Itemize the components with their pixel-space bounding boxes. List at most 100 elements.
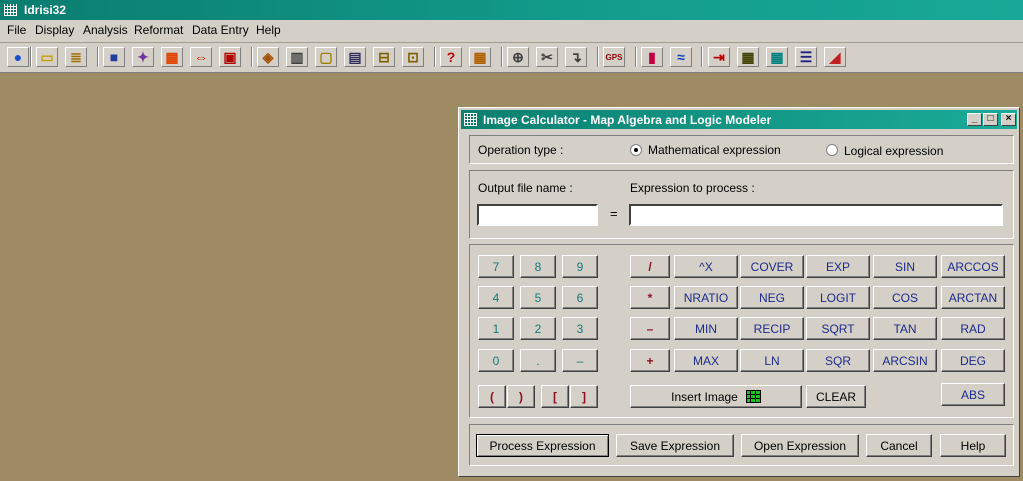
key-abs[interactable]: ABS (941, 383, 1005, 406)
key-sqr[interactable]: SQR (806, 349, 870, 372)
list-button[interactable]: ≣ (65, 47, 87, 67)
eraser-button[interactable]: ◢ (824, 47, 846, 67)
menu-data-entry[interactable]: Data Entry (192, 23, 249, 37)
key-subtract[interactable]: – (630, 317, 670, 340)
key-min-label: MIN (695, 321, 717, 336)
key-arcsin[interactable]: ARCSIN (873, 349, 937, 372)
cancel-button[interactable]: Cancel (866, 434, 932, 457)
radio-logical-label[interactable]: Logical expression (844, 144, 943, 158)
key-open-bracket[interactable]: [ (541, 385, 569, 408)
key-deg[interactable]: DEG (941, 349, 1005, 372)
open-folder-button[interactable]: ▭ (36, 47, 58, 67)
action-buttons-group: Process Expression Save Expression Open … (469, 424, 1014, 466)
key-sqrt[interactable]: SQRT (806, 317, 870, 340)
legend-button[interactable]: ☰ (795, 47, 817, 67)
key-ln[interactable]: LN (740, 349, 804, 372)
spreadsheet-button[interactable]: ▦ (766, 47, 788, 67)
frame-button[interactable]: ▢ (315, 47, 337, 67)
close-button[interactable]: × (1001, 113, 1016, 126)
key-min[interactable]: MIN (674, 317, 738, 340)
key-max-label: MAX (692, 353, 719, 368)
key-recip[interactable]: RECIP (740, 317, 804, 340)
points-button[interactable]: ✦ (132, 47, 154, 67)
key-three[interactable]: 3 (562, 317, 598, 340)
key-multiply[interactable]: * (630, 286, 670, 309)
key-nine[interactable]: 9 (562, 255, 598, 278)
key-neg[interactable]: NEG (740, 286, 804, 309)
menu-display[interactable]: Display (35, 23, 74, 37)
key-divide[interactable]: / (630, 255, 670, 278)
key-add[interactable]: + (630, 349, 670, 372)
key-eight[interactable]: 8 (520, 255, 556, 278)
key-minus[interactable]: – (562, 349, 598, 372)
table-button[interactable]: ▦ (469, 47, 491, 67)
key-close-bracket[interactable]: ] (570, 385, 598, 408)
menu-reformat[interactable]: Reformat (134, 23, 183, 37)
database-button[interactable]: ▦ (737, 47, 759, 67)
maximize-button[interactable]: □ (983, 113, 998, 126)
key-decimal[interactable]: . (520, 349, 556, 372)
key-rad[interactable]: RAD (941, 317, 1005, 340)
import-button[interactable]: ⇥ (708, 47, 730, 67)
grid-image-button[interactable]: ▤ (344, 47, 366, 67)
menu-analysis[interactable]: Analysis (83, 23, 128, 37)
expression-input[interactable] (629, 204, 1003, 226)
radio-mathematical-label[interactable]: Mathematical expression (648, 143, 781, 157)
key-arccos[interactable]: ARCCOS (941, 255, 1005, 278)
key-power[interactable]: ^X (674, 255, 738, 278)
insert-image-button[interactable]: Insert Image (630, 385, 802, 408)
gps-button[interactable]: GPS (603, 47, 625, 67)
key-four[interactable]: 4 (478, 286, 514, 309)
key-exp[interactable]: EXP (806, 255, 870, 278)
key-cos[interactable]: COS (873, 286, 937, 309)
menu-help[interactable]: Help (256, 23, 281, 37)
key-seven[interactable]: 7 (478, 255, 514, 278)
key-nratio[interactable]: NRATIO (674, 286, 738, 309)
histogram-button[interactable]: ▮ (641, 47, 663, 67)
radio-mathematical[interactable] (630, 144, 642, 156)
process-expression-button[interactable]: Process Expression (476, 434, 609, 457)
key-close-paren[interactable]: ) (507, 385, 535, 408)
key-zero[interactable]: 0 (478, 349, 514, 372)
query-button[interactable]: ? (440, 47, 462, 67)
scissors-button[interactable]: ✂ (536, 47, 558, 67)
image-button[interactable]: ▥ (286, 47, 308, 67)
key-one[interactable]: 1 (478, 317, 514, 340)
layers-button[interactable]: ▣ (219, 47, 241, 67)
key-six[interactable]: 6 (562, 286, 598, 309)
crosshair-icon: ⊕ (512, 48, 524, 65)
key-arctan[interactable]: ARCTAN (941, 286, 1005, 309)
palette-button[interactable]: ▦ (161, 47, 183, 67)
save-expression-label: Save Expression (629, 438, 721, 453)
open-expression-button[interactable]: Open Expression (741, 434, 859, 457)
help-button[interactable]: Help (940, 434, 1006, 457)
database-icon: ▦ (741, 48, 755, 65)
output-file-input[interactable] (477, 204, 598, 226)
compare-button[interactable]: ⊡ (402, 47, 424, 67)
key-six-label: 6 (576, 290, 584, 305)
save-expression-button[interactable]: Save Expression (616, 434, 734, 457)
key-open-paren[interactable]: ( (478, 385, 506, 408)
arrows-button[interactable]: ⇔ (190, 47, 212, 67)
clear-button[interactable]: CLEAR (806, 385, 866, 408)
map-button[interactable]: ■ (103, 47, 125, 67)
list-icon: ≣ (70, 48, 82, 65)
window-button[interactable]: ⊟ (373, 47, 395, 67)
key-sin[interactable]: SIN (873, 255, 937, 278)
crosshair-button[interactable]: ⊕ (507, 47, 529, 67)
globe-button[interactable]: ● (7, 47, 29, 67)
grid-image-icon: ▤ (348, 48, 362, 65)
key-two[interactable]: 2 (520, 317, 556, 340)
radio-logical[interactable] (826, 144, 838, 156)
key-tan[interactable]: TAN (873, 317, 937, 340)
menu-file[interactable]: File (7, 23, 26, 37)
key-logit[interactable]: LOGIT (806, 286, 870, 309)
composite-button[interactable]: ◈ (257, 47, 279, 67)
wave-button[interactable]: ≈ (670, 47, 692, 67)
key-five[interactable]: 5 (520, 286, 556, 309)
idrisi-app-icon[interactable] (4, 4, 17, 16)
arrow-down-button[interactable]: ↴ (565, 47, 587, 67)
key-cover[interactable]: COVER (740, 255, 804, 278)
key-max[interactable]: MAX (674, 349, 738, 372)
minimize-button[interactable]: _ (967, 113, 982, 126)
